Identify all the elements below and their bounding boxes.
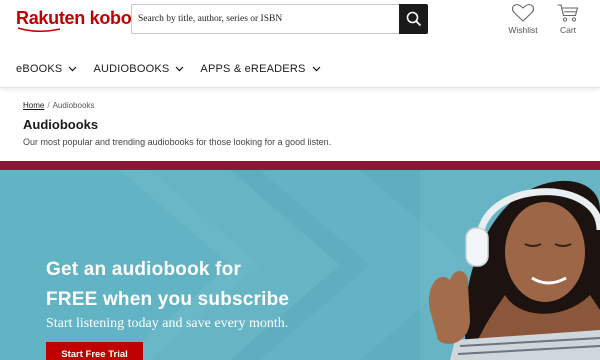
nav-item-audiobooks[interactable]: AUDIOBOOKS — [93, 63, 184, 75]
nav-item-apps-ereaders[interactable]: APPS & eREADERS — [200, 63, 320, 75]
heart-icon — [511, 4, 535, 22]
nav-item-ebooks[interactable]: eBOOKS — [16, 63, 77, 75]
breadcrumb: Home / Audiobooks — [23, 101, 94, 110]
cart-icon — [557, 4, 579, 22]
chevron-down-icon — [312, 66, 320, 72]
section-divider — [0, 161, 600, 170]
nav-item-label: APPS & eREADERS — [200, 63, 306, 75]
banner-headline-line1: Get an audiobook for — [46, 259, 242, 280]
page-title: Audiobooks — [23, 117, 99, 132]
cart-label: Cart — [559, 25, 577, 35]
chevron-down-icon — [175, 66, 184, 72]
breadcrumb-home-link[interactable]: Home — [23, 101, 44, 110]
breadcrumb-current: Audiobooks — [52, 101, 95, 110]
search-bar — [131, 4, 428, 34]
nav-item-label: AUDIOBOOKS — [93, 63, 170, 75]
start-free-trial-button[interactable]: Start Free Trial — [46, 342, 143, 360]
breadcrumb-separator: / — [47, 101, 50, 110]
search-icon — [406, 11, 421, 27]
page-subtitle: Our most popular and trending audiobooks… — [23, 137, 332, 147]
cart-link[interactable]: Cart — [553, 3, 583, 35]
wishlist-label: Wishlist — [508, 25, 538, 35]
wishlist-link[interactable]: Wishlist — [505, 3, 541, 35]
nav-item-label: eBOOKS — [16, 63, 63, 75]
chevron-down-icon — [69, 66, 77, 72]
banner-headline-line2: FREE when you subscribe — [46, 289, 290, 310]
search-input[interactable] — [132, 5, 400, 33]
promo-banner: Get an audiobook for FREE when you subsc… — [0, 170, 600, 360]
banner-subheadline: Start listening today and save every mon… — [46, 316, 289, 331]
logo-swoosh-icon — [17, 27, 61, 32]
main-nav: eBOOKS AUDIOBOOKS APPS & eREADERS — [16, 63, 321, 75]
search-button[interactable] — [399, 4, 428, 34]
site-header: Rakuten kobo Wishlist Cart eBOOKS — [0, 0, 600, 88]
rakuten-kobo-logo[interactable]: Rakuten kobo — [16, 7, 132, 29]
